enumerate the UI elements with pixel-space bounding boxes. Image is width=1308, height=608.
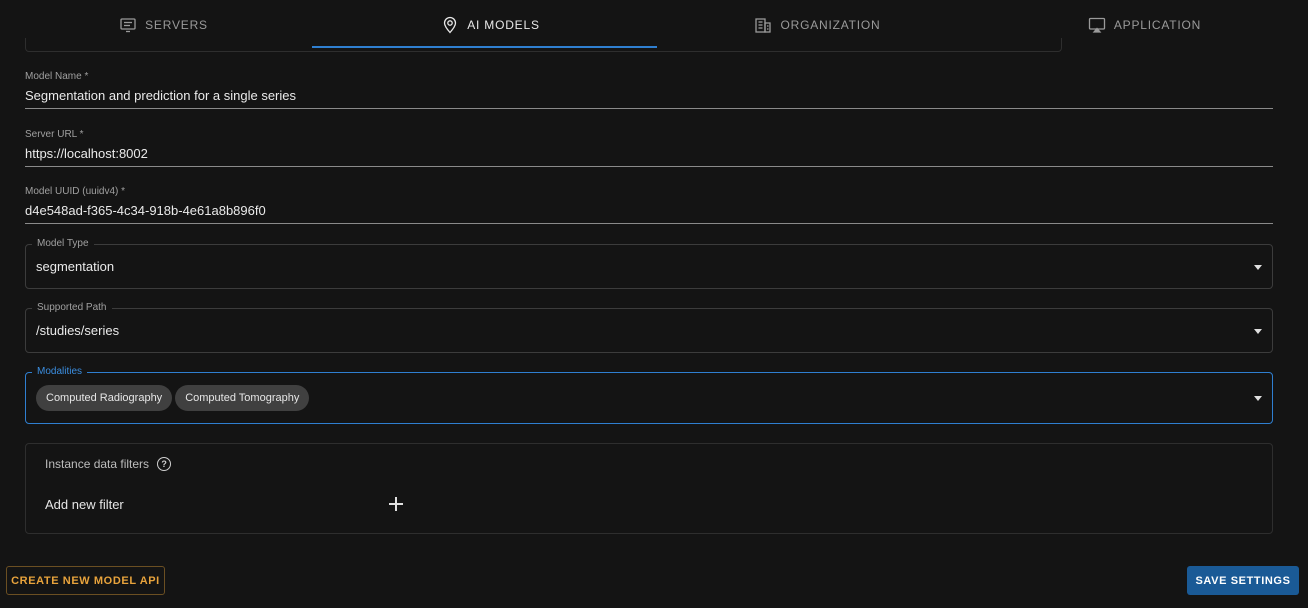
model-name-input[interactable]: Segmentation and prediction for a single…	[25, 88, 1273, 103]
modalities-select[interactable]: Modalities Computed Radiography Computed …	[25, 366, 1273, 424]
monitor-icon	[119, 16, 137, 34]
tab-label: SERVERS	[145, 18, 208, 32]
plus-icon[interactable]	[388, 496, 404, 512]
supported-path-value: /studies/series	[36, 323, 120, 338]
model-type-label: Model Type	[32, 238, 94, 249]
server-url-field[interactable]: Server URL * https://localhost:8002	[25, 129, 1273, 167]
modalities-chips: Computed Radiography Computed Tomography	[36, 385, 312, 411]
modalities-label: Modalities	[32, 366, 88, 377]
modality-chip[interactable]: Computed Radiography	[36, 385, 173, 411]
building-icon	[754, 16, 772, 34]
supported-path-select[interactable]: Supported Path /studies/series	[25, 302, 1273, 353]
model-type-select[interactable]: Model Type segmentation	[25, 238, 1273, 289]
desktop-icon	[1088, 16, 1106, 34]
server-url-label: Server URL *	[25, 129, 84, 140]
help-icon[interactable]: ?	[157, 457, 172, 471]
tab-label: APPLICATION	[1113, 18, 1202, 32]
add-filter-label: Add new filter	[45, 497, 124, 512]
save-settings-button[interactable]: SAVE SETTINGS	[1187, 566, 1299, 595]
tab-label: AI MODELS	[467, 18, 540, 32]
chevron-down-icon[interactable]	[1254, 329, 1262, 334]
chevron-down-icon[interactable]	[1254, 396, 1262, 401]
instance-filters-panel: Instance data filters ? Add new filter	[25, 443, 1273, 534]
underline	[25, 108, 1273, 109]
chevron-down-icon[interactable]	[1254, 265, 1262, 270]
underline	[25, 166, 1273, 167]
underline	[25, 223, 1273, 224]
supported-path-label: Supported Path	[32, 302, 112, 313]
create-model-api-button[interactable]: CREATE NEW MODEL API	[6, 566, 165, 595]
model-type-value: segmentation	[36, 259, 115, 274]
modality-chip[interactable]: Computed Tomography	[175, 385, 310, 411]
model-uuid-label: Model UUID (uuidv4) *	[25, 186, 126, 197]
server-url-input[interactable]: https://localhost:8002	[25, 146, 1273, 161]
collapsed-panel-edge	[25, 38, 1062, 52]
model-name-field[interactable]: Model Name * Segmentation and prediction…	[25, 71, 1273, 109]
model-uuid-field[interactable]: Model UUID (uuidv4) * d4e548ad-f365-4c34…	[25, 186, 1273, 224]
model-name-label: Model Name *	[25, 71, 89, 82]
brain-pin-icon	[441, 16, 459, 34]
filters-title-row: Instance data filters ?	[45, 457, 172, 471]
tab-label: ORGANIZATION	[780, 18, 881, 32]
model-uuid-input[interactable]: d4e548ad-f365-4c34-918b-4e61a8b896f0	[25, 203, 1273, 218]
filters-title: Instance data filters	[45, 457, 150, 471]
